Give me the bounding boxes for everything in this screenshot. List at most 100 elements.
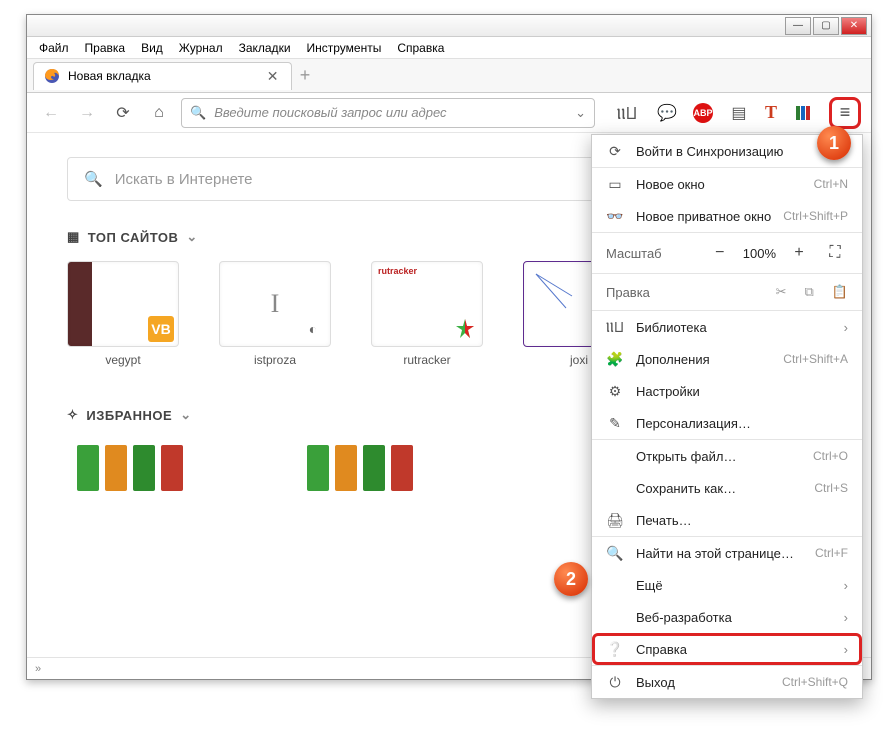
search-icon: 🔍 [606,545,624,562]
gear-icon: ⚙ [606,383,624,400]
copy-icon[interactable]: ⧉ [805,284,814,300]
library-icon[interactable]: ⲒⲒⳘ [613,99,641,127]
callout-2: 2 [554,562,588,596]
menu-help[interactable]: ❔ Справка › [592,633,862,665]
tab-newtab[interactable]: Новая вкладка ✕ [33,62,292,90]
site-tile-vegypt[interactable]: VB vegypt [67,261,179,367]
minimize-button[interactable]: — [785,17,811,35]
tab-title: Новая вкладка [68,69,151,83]
paste-icon[interactable]: 📋 [832,284,848,300]
search-icon: 🔍 [84,170,103,188]
abp-icon[interactable]: ABP [693,103,713,123]
shortcut: Ctrl+Shift+P [783,209,848,223]
menu-more[interactable]: Ещё › [592,569,862,601]
print-icon: 🖨 [606,512,624,529]
shortcut: Ctrl+F [815,546,848,560]
edit-label: Правка [606,285,758,300]
top-sites-label: ТОП САЙТОВ [88,230,179,245]
power-icon: ⏻ [606,674,624,691]
thumb-istproza: I ◐ [219,261,331,347]
fullscreen-button[interactable]: ⛶ [822,240,848,266]
shortcut: Ctrl+O [813,449,848,463]
menu-view[interactable]: Вид [135,39,169,57]
address-placeholder: Введите поисковый запрос или адрес [214,105,446,120]
home-button[interactable]: ⌂ [145,99,173,127]
menu-open-file[interactable]: Открыть файл… Ctrl+O [592,440,862,472]
close-button[interactable]: ✕ [841,17,867,35]
site-tile-rutracker[interactable]: rutracker rutracker [371,261,483,367]
label: Справка [636,642,832,657]
favorites-label: ИЗБРАННОЕ [86,408,172,423]
menu-find[interactable]: 🔍 Найти на этой странице… Ctrl+F [592,537,862,569]
label: Веб-разработка [636,610,832,625]
chevron-down-icon[interactable]: ⌄ [186,229,197,245]
library-icon: ⲒⲒⳘ [606,318,624,337]
maximize-button[interactable]: ▢ [813,17,839,35]
chevron-right-icon: › [844,610,848,625]
newtab-button[interactable]: + [300,65,311,86]
label: Открыть файл… [636,449,801,464]
menu-save-as[interactable]: Сохранить как… Ctrl+S [592,472,862,504]
zoom-label: Масштаб [606,246,697,261]
chevron-right-icon: › [844,578,848,593]
app-menu-button[interactable]: ≡ [829,97,861,129]
reader-icon[interactable]: ▤ [725,99,753,127]
label: Найти на этой странице… [636,546,803,561]
menu-bookmarks[interactable]: Закладки [233,39,297,57]
site-name: rutracker [371,353,483,367]
menu-quit[interactable]: ⏻ Выход Ctrl+Shift+Q [592,666,862,698]
label: Войти в Синхронизацию [636,144,848,159]
address-dropdown-icon[interactable]: ⌄ [575,105,586,121]
fav-card[interactable] [67,439,257,495]
menu-edit-row: Правка ✂ ⧉ 📋 [592,274,862,310]
chat-icon[interactable]: 💬 [653,99,681,127]
cut-icon[interactable]: ✂ [776,284,787,300]
thumb-rutracker: rutracker [371,261,483,347]
menu-history[interactable]: Журнал [173,39,229,57]
search-glyph-icon: 🔍 [190,105,206,121]
zoom-out-button[interactable]: − [707,240,733,266]
chevron-right-icon: › [844,642,848,657]
label: Библиотека [636,320,832,335]
chevron-down-icon[interactable]: ⌄ [180,407,191,423]
menu-file[interactable]: Файл [33,39,75,57]
vb-badge-icon: VB [148,316,174,342]
label: Печать… [636,513,848,528]
reload-button[interactable]: ⟳ [109,99,137,127]
menu-bar: Файл Правка Вид Журнал Закладки Инструме… [27,37,871,59]
puzzle-icon: 🧩 [606,351,624,368]
forward-button[interactable]: → [73,99,101,127]
menu-addons[interactable]: 🧩 Дополнения Ctrl+Shift+A [592,343,862,375]
menu-help[interactable]: Справка [391,39,450,57]
menu-new-private[interactable]: 👓 Новое приватное окно Ctrl+Shift+P [592,200,862,232]
expand-icon[interactable]: » [35,663,41,675]
back-button[interactable]: ← [37,99,65,127]
menu-customize[interactable]: ✎ Персонализация… [592,407,862,439]
menu-tools[interactable]: Инструменты [301,39,388,57]
label: Персонализация… [636,416,848,431]
shortcut: Ctrl+S [814,481,848,495]
t-extension-icon[interactable]: T [765,102,777,123]
fav-card[interactable] [297,439,487,495]
grid-icon: ▦ [67,229,80,245]
window-title-bar: — ▢ ✕ [27,15,871,37]
menu-web-developer[interactable]: Веб-разработка › [592,601,862,633]
chevron-right-icon: › [844,320,848,335]
zoom-in-button[interactable]: + [786,240,812,266]
label: Дополнения [636,352,771,367]
thumb-vegypt: VB [67,261,179,347]
firefox-icon [44,68,60,84]
toolbar-icons: ⲒⲒⳘ 💬 ABP ▤ T ≡ [613,97,861,129]
address-bar[interactable]: 🔍 Введите поисковый запрос или адрес ⌄ [181,98,595,128]
label: Выход [636,675,770,690]
menu-settings[interactable]: ⚙ Настройки [592,375,862,407]
books-icon[interactable] [789,99,817,127]
menu-print[interactable]: 🖨 Печать… [592,504,862,536]
menu-zoom-row: Масштаб − 100% + ⛶ [592,233,862,273]
nav-toolbar: ← → ⟳ ⌂ 🔍 Введите поисковый запрос или а… [27,93,871,133]
site-tile-istproza[interactable]: I ◐ istproza [219,261,331,367]
menu-edit[interactable]: Правка [79,39,132,57]
tab-close-icon[interactable]: ✕ [267,68,281,85]
menu-new-window[interactable]: ▭ Новое окно Ctrl+N [592,168,862,200]
menu-library[interactable]: ⲒⲒⳘ Библиотека › [592,311,862,343]
